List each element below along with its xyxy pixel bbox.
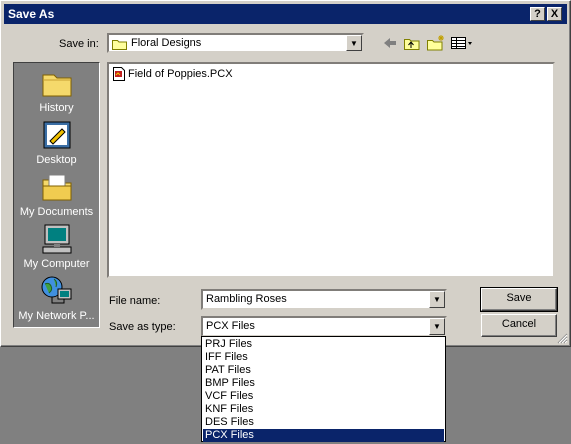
dropdown-option[interactable]: KNF Files — [203, 403, 444, 416]
folder-icon — [112, 40, 127, 50]
back-icon[interactable] — [381, 35, 399, 51]
save-as-type-label: Save as type: — [109, 321, 176, 333]
dropdown-option[interactable]: IFF Files — [203, 351, 444, 364]
save-as-type-dropdown-list: PRJ Files IFF Files PAT Files BMP Files … — [201, 336, 446, 442]
place-my-network-places[interactable]: My Network P... — [14, 275, 99, 322]
place-desktop-label: Desktop — [36, 154, 77, 166]
place-my-computer[interactable]: My Computer — [14, 223, 99, 270]
file-item-name: Field of Poppies.PCX — [128, 68, 233, 80]
pcx-file-icon — [113, 67, 125, 81]
save-in-dropdown-arrow[interactable]: ▼ — [346, 35, 362, 51]
save-in-value: Floral Designs — [131, 37, 202, 49]
file-list[interactable]: Field of Poppies.PCX — [107, 62, 555, 278]
file-item[interactable]: Field of Poppies.PCX — [112, 67, 233, 81]
new-folder-icon[interactable] — [426, 35, 446, 51]
my-network-places-icon — [41, 276, 71, 304]
history-icon — [42, 74, 71, 97]
file-name-value: Rambling Roses — [206, 293, 287, 305]
dropdown-option[interactable]: DES Files — [203, 416, 444, 429]
place-my-computer-label: My Computer — [23, 258, 90, 270]
save-as-type-value: PCX Files — [206, 320, 255, 332]
dropdown-option[interactable]: PRJ Files — [203, 338, 444, 351]
place-my-network-places-label: My Network P... — [18, 310, 95, 322]
desktop-icon — [43, 121, 70, 149]
up-one-level-icon[interactable] — [403, 35, 421, 51]
place-my-documents-label: My Documents — [19, 206, 94, 218]
place-desktop[interactable]: Desktop — [14, 119, 99, 166]
save-in-label: Save in: — [59, 38, 99, 50]
dropdown-option-selected[interactable]: PCX Files — [203, 429, 444, 442]
dialog-title: Save As — [8, 7, 55, 21]
places-bar: History Desktop My Documents My Computer… — [13, 62, 100, 328]
file-name-label: File name: — [109, 295, 161, 307]
place-history[interactable]: History — [14, 67, 99, 114]
save-as-dialog: Save As ? X Save in: Floral Designs ▼ Hi… — [0, 0, 571, 347]
resize-grip-icon[interactable] — [557, 333, 568, 344]
close-button[interactable]: X — [547, 7, 562, 21]
cancel-button[interactable]: Cancel — [481, 314, 557, 337]
file-name-field[interactable]: Rambling Roses ▼ — [201, 289, 447, 310]
save-as-type-dropdown-arrow[interactable]: ▼ — [429, 318, 445, 335]
title-bar[interactable]: Save As ? X — [4, 4, 567, 24]
dropdown-option[interactable]: BMP Files — [203, 377, 444, 390]
place-history-label: History — [39, 102, 74, 114]
my-documents-icon — [42, 174, 71, 201]
save-in-combo[interactable]: Floral Designs ▼ — [107, 33, 364, 53]
my-computer-icon — [42, 224, 71, 254]
help-button[interactable]: ? — [530, 7, 545, 21]
dropdown-option[interactable]: VCF Files — [203, 390, 444, 403]
place-my-documents[interactable]: My Documents — [14, 171, 99, 218]
save-as-type-combo[interactable]: PCX Files ▼ — [201, 316, 447, 337]
view-menu-icon[interactable] — [450, 35, 476, 51]
dropdown-option[interactable]: PAT Files — [203, 364, 444, 377]
file-name-dropdown-arrow[interactable]: ▼ — [429, 291, 445, 308]
save-button[interactable]: Save — [480, 287, 558, 312]
